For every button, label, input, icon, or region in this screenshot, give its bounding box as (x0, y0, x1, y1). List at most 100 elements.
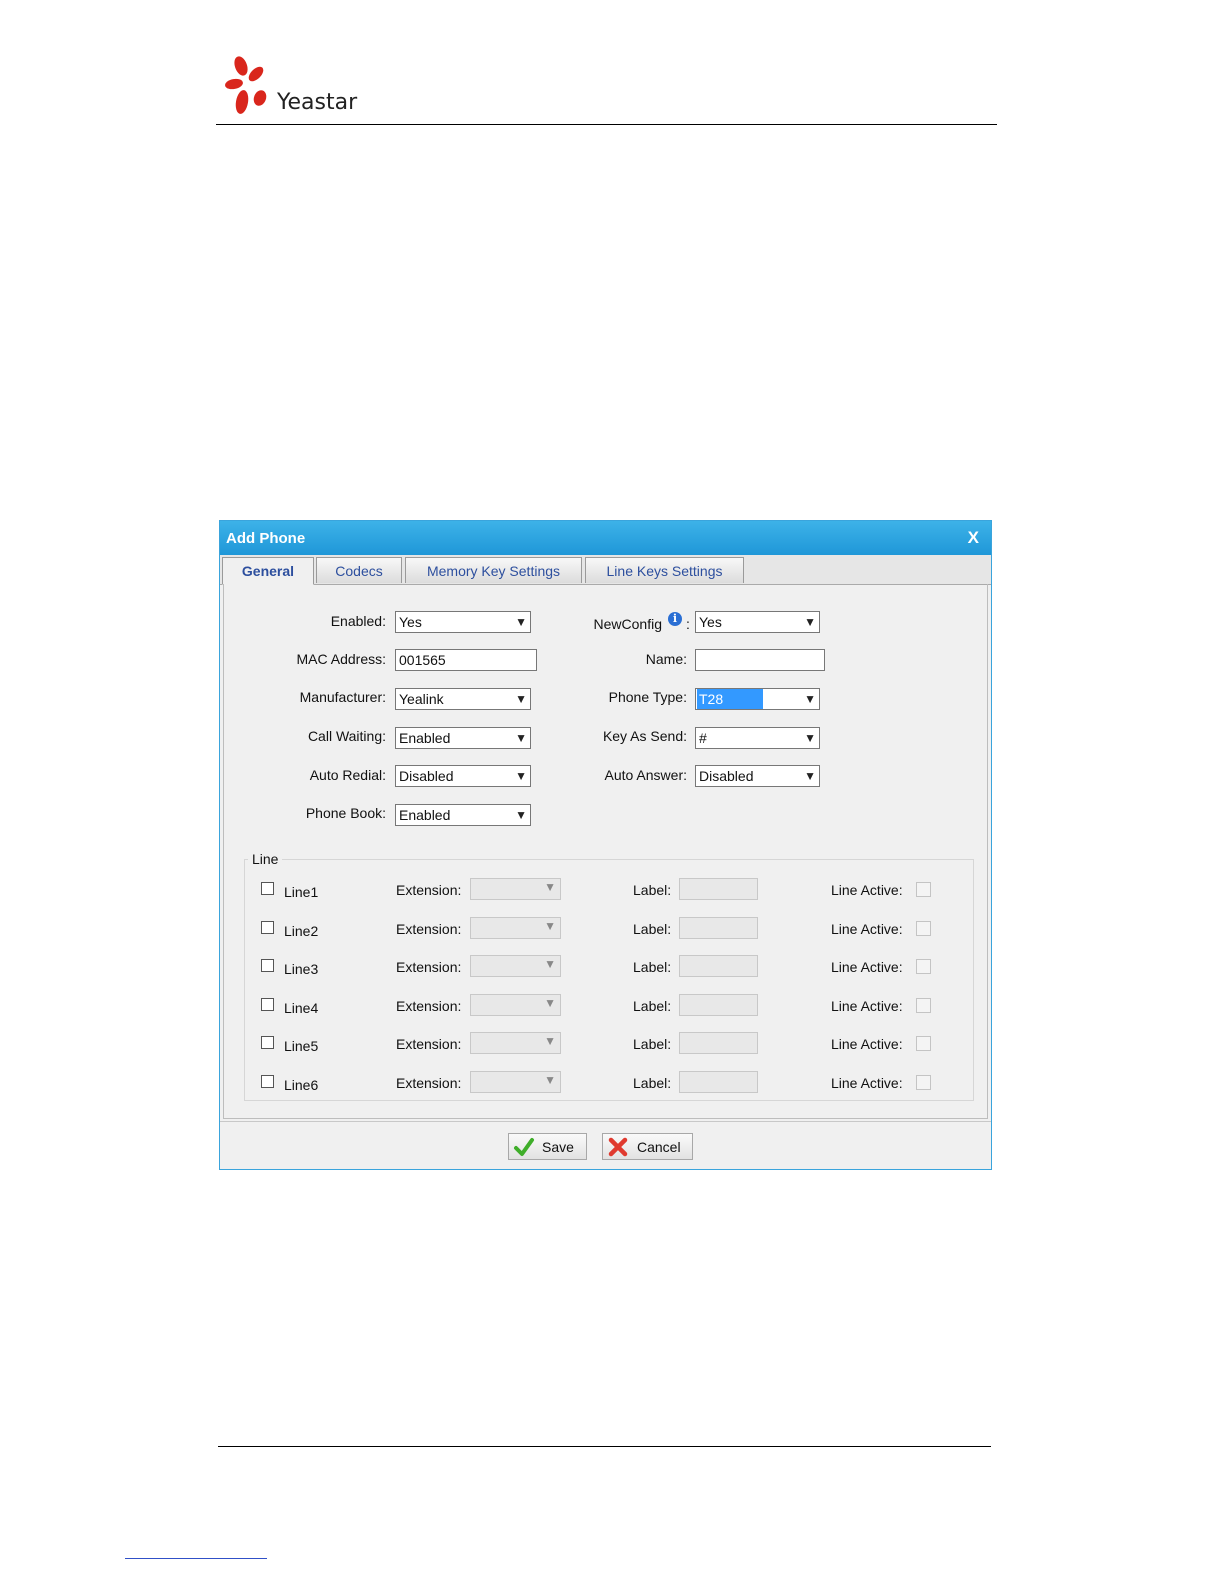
line-enable-checkbox[interactable] (261, 1036, 274, 1050)
x-icon (608, 1137, 628, 1157)
auto-redial-select[interactable]: Disabled ▼ (395, 765, 531, 787)
extension-select: ▼ (470, 878, 561, 900)
yeastar-logo-mark (225, 56, 267, 114)
mac-address-input[interactable]: 001565 (395, 649, 537, 671)
name-input[interactable] (695, 649, 825, 671)
extension-select: ▼ (470, 1071, 561, 1093)
button-bar: Save Cancel (220, 1121, 991, 1170)
chevron-down-icon: ▼ (804, 769, 816, 783)
cancel-label: Cancel (637, 1139, 681, 1155)
line-enable-checkbox[interactable] (261, 997, 274, 1011)
line-active-checkbox (916, 882, 931, 897)
chevron-down-icon: ▼ (515, 615, 527, 629)
extension-label: Extension: (396, 1036, 462, 1053)
enabled-label: Enabled: (330, 613, 386, 629)
line-label-input (679, 916, 758, 939)
line-enable-checkbox[interactable] (261, 920, 274, 934)
line-name: Line4 (284, 999, 319, 1016)
dialog-title: Add Phone (226, 530, 306, 547)
chevron-down-icon: ▼ (515, 769, 527, 783)
line-label-input (679, 1071, 758, 1093)
newconfig-label: NewConfig (593, 616, 662, 632)
call-waiting-select[interactable]: Enabled ▼ (395, 727, 531, 749)
line-enable-checkbox[interactable] (261, 959, 274, 973)
line-label-input (679, 993, 758, 1016)
chevron-down-icon: ▼ (515, 692, 527, 706)
line-label-label: Label: (633, 1036, 672, 1053)
manufacturer-label: Manufacturer: (299, 689, 386, 705)
extension-select: ▼ (470, 955, 561, 978)
footer-link-underline (125, 1558, 267, 1559)
tab-bar: General Codecs Memory Key Settings Line … (220, 555, 991, 585)
dialog-titlebar: Add Phone X (220, 521, 991, 555)
extension-select: ▼ (470, 916, 561, 939)
save-label: Save (542, 1139, 574, 1155)
check-icon (514, 1138, 534, 1156)
line-name: Line3 (284, 961, 319, 978)
line-active-checkbox (916, 1036, 931, 1052)
line-enable-checkbox[interactable] (261, 1075, 274, 1088)
line-label-label: Label: (633, 997, 672, 1014)
line-active-label: Line Active: (831, 1075, 903, 1091)
chevron-down-icon: ▼ (804, 731, 816, 745)
general-tab-content: Enabled: Yes ▼ MAC Address: 001565 Manuf… (223, 584, 988, 1119)
manufacturer-select[interactable]: Yealink ▼ (395, 688, 531, 710)
line-active-label: Line Active: (831, 882, 903, 898)
tab-line-keys-settings[interactable]: Line Keys Settings (585, 557, 744, 583)
add-phone-dialog: Add Phone X General Codecs Memory Key Se… (219, 520, 992, 1170)
save-button[interactable]: Save (508, 1133, 587, 1160)
extension-select: ▼ (470, 1032, 561, 1055)
chevron-down-icon: ▼ (544, 918, 556, 933)
chevron-down-icon: ▼ (804, 692, 816, 706)
tab-codecs[interactable]: Codecs (316, 557, 402, 583)
chevron-down-icon: ▼ (804, 615, 816, 629)
chevron-down-icon: ▼ (544, 1034, 556, 1049)
header-rule (216, 124, 997, 125)
line-label-label: Label: (633, 882, 672, 898)
phone-book-label: Phone Book: (305, 805, 386, 821)
auto-answer-label: Auto Answer: (604, 767, 688, 783)
auto-redial-label: Auto Redial: (309, 767, 386, 783)
chevron-down-icon: ▼ (544, 1073, 556, 1087)
yeastar-logo: Yeastar (222, 54, 362, 124)
info-icon[interactable]: i (668, 612, 682, 626)
extension-select: ▼ (470, 993, 561, 1016)
chevron-down-icon: ▼ (515, 808, 527, 822)
tab-general[interactable]: General (222, 557, 314, 585)
cancel-button[interactable]: Cancel (602, 1133, 693, 1160)
line-active-checkbox (916, 920, 931, 936)
tab-memory-key-settings[interactable]: Memory Key Settings (405, 557, 582, 583)
line-label-input (679, 1032, 758, 1055)
line-name: Line1 (284, 884, 319, 900)
chevron-down-icon: ▼ (544, 995, 556, 1010)
chevron-down-icon: ▼ (544, 880, 556, 894)
extension-label: Extension: (396, 959, 462, 976)
line-active-label: Line Active: (831, 997, 903, 1014)
extension-label: Extension: (396, 882, 462, 898)
line-active-checkbox (916, 997, 931, 1013)
line-label-label: Label: (633, 920, 672, 937)
call-waiting-label: Call Waiting: (307, 728, 386, 744)
extension-label: Extension: (396, 1075, 462, 1091)
phone-type-select[interactable]: T28 ▼ (695, 688, 820, 710)
line-label-input (679, 878, 758, 900)
newconfig-select[interactable]: Yes ▼ (695, 611, 820, 633)
extension-label: Extension: (396, 920, 462, 937)
auto-answer-select[interactable]: Disabled ▼ (695, 765, 820, 787)
enabled-select[interactable]: Yes ▼ (395, 611, 531, 633)
line-active-label: Line Active: (831, 1036, 903, 1053)
close-button[interactable]: X (968, 528, 979, 548)
line-active-label: Line Active: (831, 920, 903, 937)
phone-book-select[interactable]: Enabled ▼ (395, 804, 531, 826)
footer-rule (218, 1446, 991, 1447)
line-label-label: Label: (633, 959, 672, 976)
key-as-send-select[interactable]: # ▼ (695, 727, 820, 749)
chevron-down-icon: ▼ (515, 731, 527, 745)
line-active-label: Line Active: (831, 959, 903, 976)
line-name: Line2 (284, 922, 319, 939)
line-enable-checkbox[interactable] (261, 882, 274, 895)
line-active-checkbox (916, 1075, 931, 1090)
phone-type-label: Phone Type: (608, 689, 687, 705)
line-name: Line6 (284, 1077, 319, 1093)
name-label: Name: (645, 651, 687, 667)
